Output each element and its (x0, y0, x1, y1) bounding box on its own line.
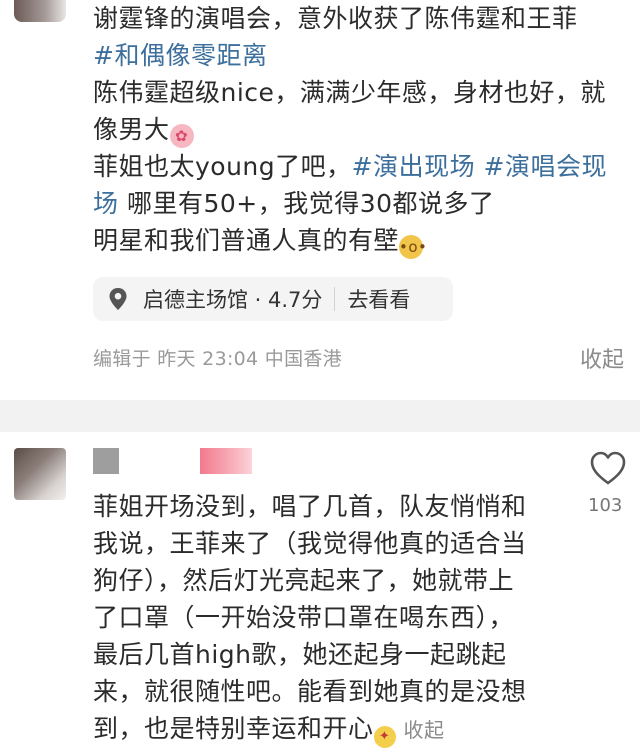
location-name: 启德主场馆 · 4.7分 (143, 288, 323, 312)
hashtag-link[interactable]: 场 (93, 189, 119, 218)
location-go-button[interactable]: 去看看 (347, 284, 410, 314)
comment-line: 狗仔），然后灯光亮起来了，她就带上 (93, 566, 515, 595)
location-divider (334, 287, 336, 311)
peach-emoji-icon: ✿ (169, 124, 194, 148)
wow-face-emoji-icon: •o• (399, 235, 427, 259)
location-chip[interactable]: 启德主场馆 · 4.7分 去看看 (93, 277, 453, 321)
comment-line: 最后几首high歌，她还起身一起跳起 (93, 640, 507, 669)
like-count: 103 (588, 495, 623, 516)
comment-line: 我说，王菲来了（我觉得他真的适合当 (93, 529, 527, 558)
hashtag-link[interactable]: #和偶像零距离 (93, 41, 267, 70)
post-card: 谢霆锋的演唱会，意外收获了陈伟霆和王菲 #和偶像零距离 陈伟霆超级nice，满满… (0, 0, 640, 400)
comment-line: 了口罩（一开始没带口罩在喝东西）， (93, 603, 515, 632)
comment-line: 来，就很随性吧。能看到她真的是没想 (93, 677, 527, 706)
post-line: 谢霆锋的演唱会，意外收获了陈伟霆和王菲 (93, 4, 578, 33)
heart-icon[interactable] (589, 450, 627, 486)
post-line: 像男大 (93, 115, 170, 144)
collapse-button[interactable]: 收起 (580, 342, 624, 374)
comment-line: 菲姐开场没到，唱了几首，队友悄悄和 (93, 492, 527, 521)
post-line: 明星和我们普通人真的有壁 (93, 226, 400, 255)
hashtag-link[interactable]: #演出现场 #演唱会现 (352, 152, 607, 181)
section-divider (0, 400, 640, 432)
party-face-emoji-icon: ✦ (373, 726, 396, 748)
commenter-badge (200, 448, 252, 474)
post-line: 陈伟霆超级nice，满满少年感，身材也好，就 (93, 78, 606, 107)
commenter-avatar[interactable] (14, 448, 66, 500)
comment-collapse-button[interactable]: 收起 (404, 718, 445, 742)
commenter-name-redacted[interactable] (93, 448, 119, 474)
post-line: 哪里有50+，我觉得30都说多了 (118, 189, 495, 218)
post-line: 菲姐也太young了吧， (93, 152, 352, 181)
post-body: 谢霆锋的演唱会，意外收获了陈伟霆和王菲 #和偶像零距离 陈伟霆超级nice，满满… (93, 0, 628, 259)
post-author-avatar[interactable] (14, 0, 66, 22)
location-pin-icon (109, 288, 127, 310)
comment-body: 菲姐开场没到，唱了几首，队友悄悄和 我说，王菲来了（我觉得他真的适合当 狗仔），… (93, 488, 545, 749)
post-meta: 编辑于 昨天 23:04 中国香港 (93, 348, 342, 370)
comment-line: 到，也是特别幸运和开心 (93, 714, 374, 743)
comment-item: 103 菲姐开场没到，唱了几首，队友悄悄和 我说，王菲来了（我觉得他真的适合当 … (0, 432, 640, 748)
